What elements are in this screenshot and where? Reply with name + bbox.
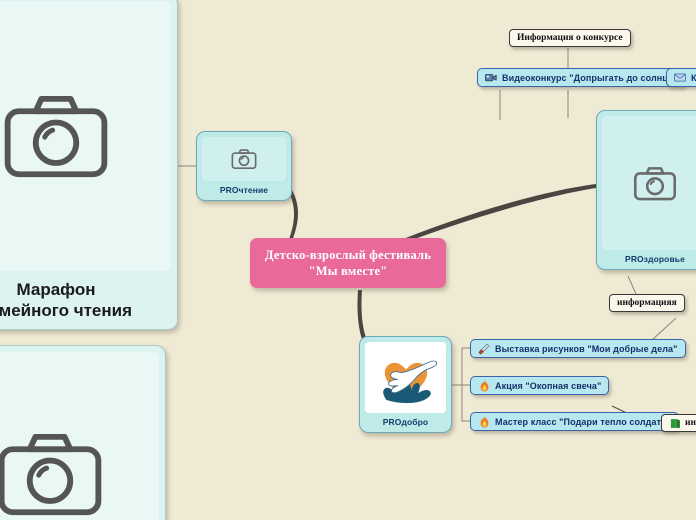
note-konkurs-info[interactable]: Информация о конкурсе — [509, 29, 631, 47]
branch-card-prodobro[interactable]: PROдобро — [359, 336, 452, 433]
leaf-klipart-clipped[interactable]: Кл — [666, 68, 696, 87]
leaf-klipart-label: Кл — [691, 72, 696, 83]
camera-placeholder-icon — [4, 95, 108, 178]
panel-card-second-thumbnail — [0, 352, 159, 520]
hands-heart-image — [382, 360, 437, 403]
leaf-inf-clipped[interactable]: инф — [661, 414, 696, 432]
prochtenie-thumbnail — [202, 137, 286, 181]
fire-icon — [478, 380, 490, 392]
central-topic-node[interactable]: Детско-взрослый фестиваль "Мы вместе" — [250, 238, 446, 288]
panel-card-marathon-thumbnail — [0, 1, 171, 271]
paintbrush-icon — [478, 343, 490, 355]
panel-card-second[interactable] — [0, 345, 166, 520]
mindmap-canvas[interactable]: Марафон семейного чтения Детско-взрослый… — [0, 0, 696, 520]
note-informaciyaya-label: информацияя — [617, 298, 677, 308]
panel-caption-line1: Марафон — [16, 280, 96, 299]
leaf-vystavka[interactable]: Выставка рисунков "Мои добрые дела" — [470, 339, 686, 358]
fire-icon — [478, 416, 490, 428]
central-topic-line2: "Мы вместе" — [308, 264, 388, 278]
leaf-videokonkurs-label: Видеоконкурс "Допрыгать до солнца" — [502, 72, 678, 83]
leaf-videokonkurs[interactable]: Видеоконкурс "Допрыгать до солнца" — [477, 68, 686, 87]
connector-prodobro-to-vystavka — [452, 347, 470, 386]
note-informaciyaya[interactable]: информацияя — [609, 294, 685, 312]
leaf-vystavka-label: Выставка рисунков "Мои добрые дела" — [495, 343, 678, 354]
camera-placeholder-icon — [634, 166, 676, 200]
panel-caption-line2: семейного чтения — [0, 301, 133, 320]
leaf-master-klass[interactable]: Мастер класс "Подари тепло солдату" — [470, 412, 679, 431]
panel-card-marathon[interactable]: Марафон семейного чтения — [0, 0, 178, 330]
connector-vystavka-tail — [651, 317, 677, 341]
central-topic-line1: Детско-взрослый фестиваль — [264, 248, 432, 262]
prodobro-caption: PROдобро — [382, 417, 429, 427]
leaf-akciya-label: Акция "Окопная свеча" — [495, 380, 602, 391]
prochtenie-caption: PROчтение — [219, 185, 269, 195]
connector-prozdorovie-to-note — [627, 275, 637, 295]
branch-card-prochtenie[interactable]: PROчтение — [196, 131, 292, 201]
prodobro-thumbnail — [365, 342, 446, 413]
note-konkurs-info-label: Информация о конкурсе — [517, 33, 623, 43]
branch-card-prozdorovie[interactable]: PROздоровье — [596, 110, 696, 270]
leaf-akciya[interactable]: Акция "Окопная свеча" — [470, 376, 610, 395]
green-book-icon — [669, 417, 681, 429]
camera-placeholder-icon — [231, 149, 257, 170]
leaf-inf-label: инф — [685, 418, 696, 428]
connector-prodobro-to-masterklass — [452, 384, 470, 422]
panel-card-marathon-caption: Марафон семейного чтения — [0, 277, 177, 329]
prozdorovie-thumbnail — [602, 116, 696, 250]
leaf-master-klass-label: Мастер класс "Подари тепло солдату" — [495, 416, 671, 427]
camera-placeholder-icon — [0, 433, 102, 516]
envelope-icon — [674, 72, 686, 84]
video-camera-icon — [485, 72, 497, 84]
prozdorovie-caption: PROздоровье — [625, 254, 685, 264]
